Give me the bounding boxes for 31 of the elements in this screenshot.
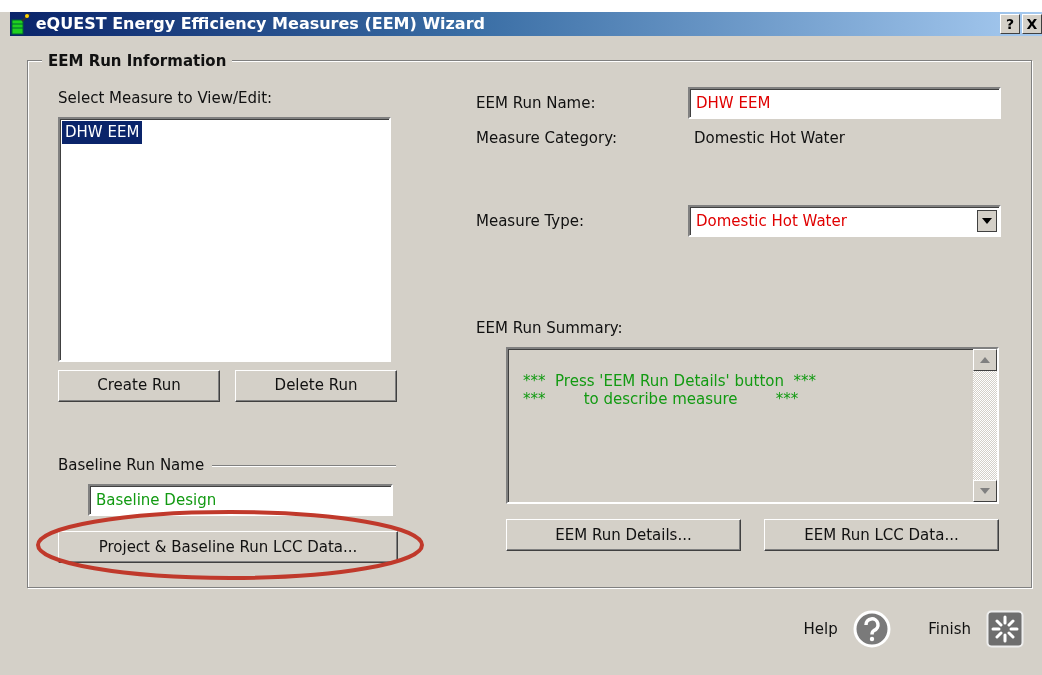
run-button[interactable]: Delete Run	[235, 369, 397, 402]
window-title: eQUEST Energy Efficiency Measures (EEM) Wizard	[35, 13, 485, 35]
baseline-field[interactable]: Baseline Design	[88, 484, 393, 516]
scroll-down-icon[interactable]	[980, 488, 990, 494]
measure-list[interactable]: DHW EEM	[58, 117, 391, 362]
summary-button[interactable]: EEM Run LCC Data...	[764, 519, 999, 551]
help-button[interactable]: ?	[1000, 14, 1020, 34]
scrollbar[interactable]	[973, 349, 997, 502]
help-icon[interactable]	[852, 610, 891, 648]
run-button[interactable]: Create Run	[58, 369, 220, 402]
scroll-up-icon[interactable]	[980, 357, 990, 363]
summary-button[interactable]: EEM Run Details...	[506, 519, 741, 551]
finish-link[interactable]: Finish	[928, 617, 971, 641]
help-link[interactable]: Help	[803, 617, 838, 641]
dropdown-icon	[977, 210, 997, 232]
category-label: Measure Category:	[476, 127, 618, 149]
run-name-field[interactable]: DHW EEM	[688, 87, 1001, 119]
category-value: Domestic Hot Water	[694, 127, 845, 149]
run-name-label: EEM Run Name:	[476, 92, 597, 114]
lcc-data-button[interactable]: Project & Baseline Run LCC Data...	[58, 531, 398, 563]
finish-icon[interactable]	[986, 610, 1024, 648]
list-label: Select Measure to View/Edit:	[58, 88, 274, 109]
close-button[interactable]: X	[1022, 14, 1042, 34]
summary-text: *** Press 'EEM Run Details' button ***	[523, 371, 817, 391]
baseline-label: Baseline Run Name	[58, 455, 205, 476]
list-item[interactable]: DHW EEM	[62, 121, 143, 144]
type-dropdown[interactable]: Domestic Hot Water	[688, 205, 1001, 237]
type-label: Measure Type:	[476, 210, 586, 232]
summary-text: *** to describe measure ***	[523, 390, 800, 409]
summary-label: EEM Run Summary:	[476, 318, 624, 339]
app-icon	[10, 13, 32, 35]
